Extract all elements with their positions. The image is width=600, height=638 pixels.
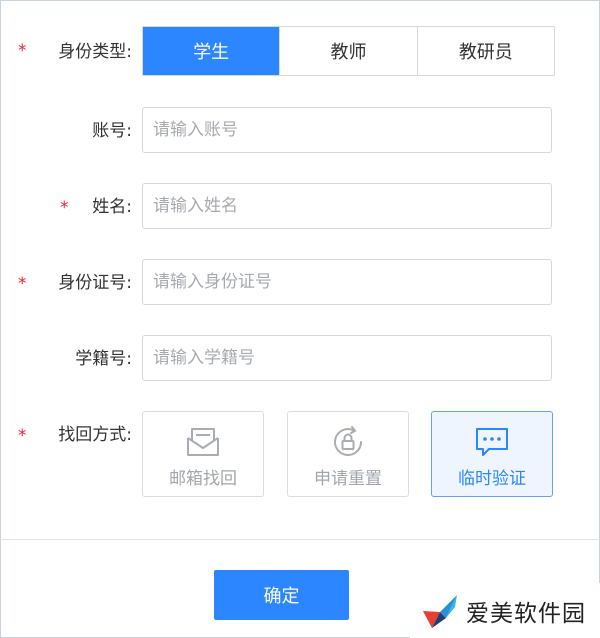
recovery-option-label: 申请重置: [314, 469, 382, 489]
name-row: * 姓名:: [0, 183, 600, 231]
identity-type-label: 身份类型:: [58, 42, 132, 62]
required-mark: *: [60, 198, 69, 218]
id-number-row: * 身份证号:: [0, 259, 600, 307]
footer-divider: [0, 539, 600, 540]
recovery-option-label: 邮箱找回: [169, 469, 237, 489]
required-mark: *: [18, 426, 27, 446]
watermark-text: 爱美软件园: [466, 600, 586, 627]
recovery-option-email[interactable]: 邮箱找回: [142, 411, 264, 497]
student-number-row: 学籍号:: [0, 335, 600, 383]
envelope-icon: [185, 424, 221, 460]
chat-bubble-icon: [474, 424, 510, 460]
recovery-option-temporary[interactable]: 临时验证: [431, 411, 553, 497]
identity-option-teacher[interactable]: 教师: [279, 27, 416, 75]
required-mark: *: [18, 274, 27, 294]
watermark-logo-icon: [423, 594, 457, 628]
name-input[interactable]: [142, 183, 552, 229]
dialog-frame: [0, 0, 600, 638]
recovery-method-label: 找回方式:: [58, 425, 132, 445]
recovery-option-label: 临时验证: [458, 469, 526, 489]
recovery-method-row: * 找回方式: 邮箱找回 申请重置 临时验证: [0, 411, 600, 501]
id-number-input[interactable]: [142, 259, 552, 305]
account-input[interactable]: [142, 107, 552, 153]
name-label: 姓名:: [92, 197, 132, 217]
student-number-label: 学籍号:: [75, 349, 132, 369]
identity-type-segmented: 学生 教师 教研员: [142, 26, 555, 76]
confirm-button[interactable]: 确定: [214, 570, 349, 620]
required-mark: *: [18, 41, 27, 61]
recovery-option-reset[interactable]: 申请重置: [287, 411, 409, 497]
identity-type-row: * 身份类型: 学生 教师 教研员: [0, 26, 600, 76]
identity-option-student[interactable]: 学生: [143, 27, 280, 75]
reset-lock-icon: [330, 424, 366, 460]
watermark: 爱美软件园: [410, 583, 600, 638]
student-number-input[interactable]: [142, 335, 552, 381]
account-row: 账号:: [0, 107, 600, 155]
account-label: 账号:: [92, 121, 132, 141]
identity-option-researcher[interactable]: 教研员: [416, 27, 554, 75]
id-number-label: 身份证号:: [58, 273, 132, 293]
